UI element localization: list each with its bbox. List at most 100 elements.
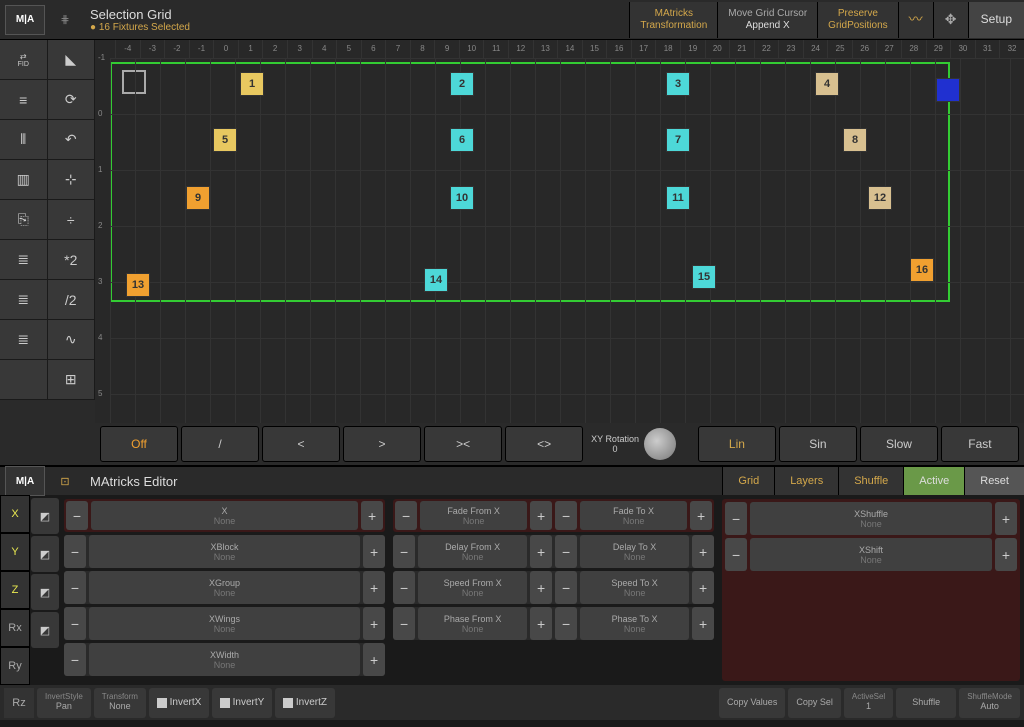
move-grid-cursor-button[interactable]: Move Grid Cursor Append X (717, 2, 817, 38)
tab-layers[interactable]: Layers (774, 467, 838, 495)
minus-button[interactable]: − (555, 571, 577, 604)
minus-button[interactable]: − (555, 501, 577, 530)
prop-Speed From X[interactable]: Speed From XNone (418, 571, 527, 604)
minus-button[interactable]: − (555, 607, 577, 640)
prop-XWings[interactable]: XWingsNone (89, 607, 360, 640)
prop-X[interactable]: XNone (91, 501, 358, 530)
copy-values-button[interactable]: Copy Values (719, 688, 785, 718)
axis-x[interactable]: X (0, 495, 30, 533)
minus-button[interactable]: − (393, 535, 415, 568)
inverty-check[interactable]: InvertY (212, 688, 272, 718)
exit-tool[interactable]: ⎘ (0, 200, 48, 239)
axis-ry[interactable]: Ry (0, 647, 30, 685)
fixture-8[interactable]: 8 (843, 128, 867, 152)
matrix-tool[interactable]: ⊞ (48, 360, 96, 399)
minus-button[interactable]: − (393, 571, 415, 604)
prop-Fade To X[interactable]: Fade To XNone (580, 501, 687, 530)
rotation-dial[interactable] (644, 428, 676, 460)
edit-toggle-2[interactable]: ◩ (31, 574, 59, 610)
align2-tool[interactable]: ≣ (0, 280, 48, 319)
tab-shuffle[interactable]: Shuffle (838, 467, 903, 495)
minus-button[interactable]: − (393, 607, 415, 640)
fixture-6[interactable]: 6 (450, 128, 474, 152)
slow-button[interactable]: Slow (860, 426, 938, 462)
axis-y[interactable]: Y (0, 533, 30, 571)
plus-button[interactable]: + (363, 643, 385, 676)
axis-rx[interactable]: Rx (0, 609, 30, 647)
minus-button[interactable]: − (725, 502, 747, 535)
tab-active[interactable]: Active (903, 467, 964, 495)
align1-tool[interactable]: ≣ (0, 240, 48, 279)
out-button[interactable]: <> (505, 426, 583, 462)
refresh-tool[interactable]: ⟳ (48, 80, 96, 119)
grid-cursor[interactable] (122, 70, 146, 94)
fast-button[interactable]: Fast (941, 426, 1019, 462)
wave-tool[interactable]: ∿ (48, 320, 96, 359)
fixture-14[interactable]: 14 (424, 268, 448, 292)
edit-toggle-0[interactable]: ◩ (31, 498, 59, 534)
wave-icon[interactable]: 〰 (898, 2, 933, 38)
plus-button[interactable]: + (530, 571, 552, 604)
edit-toggle-1[interactable]: ◩ (31, 536, 59, 572)
fid-tool[interactable]: ⇄FID (0, 40, 48, 79)
fixture-16[interactable]: 16 (910, 258, 934, 282)
fixture-13[interactable]: 13 (126, 273, 150, 297)
fixture-15[interactable]: 15 (692, 265, 716, 289)
lin-button[interactable]: Lin (698, 426, 776, 462)
fixture-4[interactable]: 4 (815, 72, 839, 96)
matricks-transformation-button[interactable]: MAtricks Transformation (629, 2, 717, 38)
less-button[interactable]: < (262, 426, 340, 462)
prop-Delay From X[interactable]: Delay From XNone (418, 535, 527, 568)
grid-icon[interactable]: ⋕ (50, 5, 80, 35)
tab-grid[interactable]: Grid (722, 467, 774, 495)
fixture-7[interactable]: 7 (666, 128, 690, 152)
plus-button[interactable]: + (530, 535, 552, 568)
center-h-tool[interactable]: ⊹ (48, 160, 96, 199)
in-button[interactable]: >< (424, 426, 502, 462)
divide-tool[interactable]: ÷ (48, 200, 96, 239)
minus-button[interactable]: − (64, 571, 86, 604)
plus-button[interactable]: + (692, 571, 714, 604)
plus-button[interactable]: + (361, 501, 383, 530)
selection-grid-canvas[interactable]: -4-3-2-101234567891011121314151617181920… (95, 40, 1024, 465)
sin-button[interactable]: Sin (779, 426, 857, 462)
fixture-3[interactable]: 3 (666, 72, 690, 96)
tab-reset[interactable]: Reset (964, 467, 1024, 495)
invertz-check[interactable]: InvertZ (275, 688, 335, 718)
off-button[interactable]: Off (100, 426, 178, 462)
plus-button[interactable]: + (692, 535, 714, 568)
prop-XGroup[interactable]: XGroupNone (89, 571, 360, 604)
editor-icon[interactable]: ⊡ (50, 466, 80, 496)
fixture-9[interactable]: 9 (186, 186, 210, 210)
plus-button[interactable]: + (363, 535, 385, 568)
lines-tool[interactable]: ≡ (0, 80, 48, 119)
plus-button[interactable]: + (530, 607, 552, 640)
fixture-1[interactable]: 1 (240, 72, 264, 96)
div2-tool[interactable]: /2 (48, 280, 96, 319)
axis-z[interactable]: Z (0, 571, 30, 609)
minus-button[interactable]: − (725, 538, 747, 571)
invertx-check[interactable]: InvertX (149, 688, 209, 718)
plus-button[interactable]: + (363, 571, 385, 604)
invertstyle-button[interactable]: InvertStylePan (37, 688, 91, 718)
ma-logo-2[interactable]: M|A (5, 466, 45, 496)
prop-Delay To X[interactable]: Delay To XNone (580, 535, 689, 568)
shuffle-button[interactable]: Shuffle (896, 688, 956, 718)
prop-Phase To X[interactable]: Phase To XNone (580, 607, 689, 640)
prop-Fade From X[interactable]: Fade From XNone (420, 501, 527, 530)
minus-button[interactable]: − (555, 535, 577, 568)
copy-sel-button[interactable]: Copy Sel (788, 688, 841, 718)
angle-tool[interactable]: ◣ (48, 40, 96, 79)
plus-button[interactable]: + (995, 502, 1017, 535)
ma-logo[interactable]: M|A (5, 5, 45, 35)
prop-XShift[interactable]: XShiftNone (750, 538, 992, 571)
grid-box-tool[interactable]: ▥ (0, 160, 48, 199)
slash-button[interactable]: / (181, 426, 259, 462)
xy-rotation-control[interactable]: XY Rotation0 (586, 428, 695, 460)
prop-XWidth[interactable]: XWidthNone (89, 643, 360, 676)
minus-button[interactable]: − (64, 643, 86, 676)
fixture-11[interactable]: 11 (666, 186, 690, 210)
minus-button[interactable]: − (64, 607, 86, 640)
prop-XShuffle[interactable]: XShuffleNone (750, 502, 992, 535)
undo-tool[interactable]: ↶ (48, 120, 96, 159)
